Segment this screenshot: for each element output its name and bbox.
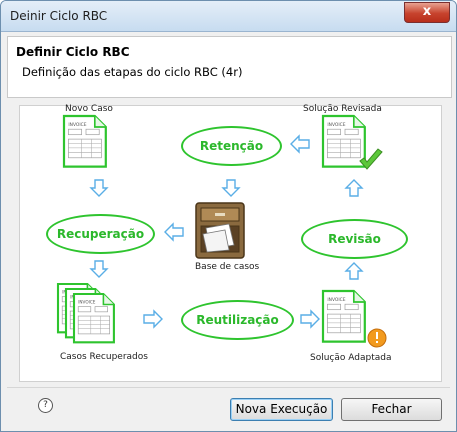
footer-separator xyxy=(7,387,450,388)
novo-caso-document-icon xyxy=(62,114,107,168)
base-de-casos-cabinet-icon xyxy=(195,202,245,259)
solucao-adaptada-document-icon xyxy=(321,289,366,343)
solucao-adaptada-label: Solução Adaptada xyxy=(310,353,392,363)
close-icon: x xyxy=(422,4,432,19)
arrow-retencao-to-base xyxy=(222,179,240,197)
arrow-revisao-to-revisada xyxy=(345,179,363,197)
dialog-header: Definir Ciclo RBC Definição das etapas d… xyxy=(7,36,452,98)
novo-caso-label: Novo Caso xyxy=(65,104,113,114)
base-de-casos-label: Base de casos xyxy=(195,262,260,272)
nova-execucao-button[interactable]: Nova Execução xyxy=(230,398,333,421)
arrow-casos-to-reutilizacao xyxy=(143,310,163,328)
stage-revisao[interactable]: Revisão xyxy=(301,219,408,259)
help-icon[interactable]: ? xyxy=(38,398,53,413)
close-window-button[interactable]: x xyxy=(404,2,450,23)
casos-recuperados-label: Casos Recuperados xyxy=(60,352,148,362)
solucao-revisada-document-icon xyxy=(321,114,366,168)
arrow-adaptada-to-revisao xyxy=(345,262,363,280)
casos-recuperados-document-icon xyxy=(56,282,115,344)
rbc-cycle-diagram: INVOICE Novo Caso Solução Revisada Base … xyxy=(19,104,442,382)
warning-icon xyxy=(367,328,387,348)
window-title: Deinir Ciclo RBC xyxy=(10,9,108,23)
arrow-recuperacao-to-casos xyxy=(90,260,108,278)
stage-reutilizacao[interactable]: Reutilização xyxy=(181,300,294,340)
fechar-button[interactable]: Fechar xyxy=(341,398,442,421)
solucao-revisada-label: Solução Revisada xyxy=(303,104,382,114)
arrow-novo-to-recuperacao xyxy=(90,179,108,197)
dialog-window: Deinir Ciclo RBC x Definir Ciclo RBC Def… xyxy=(0,0,457,432)
arrow-base-to-recuperacao xyxy=(164,223,184,241)
dialog-description: Definição das etapas do ciclo RBC (4r) xyxy=(22,65,243,79)
dialog-heading: Definir Ciclo RBC xyxy=(16,45,130,59)
arrow-reutilizacao-to-adaptada xyxy=(300,310,320,328)
stage-retencao[interactable]: Retenção xyxy=(181,126,282,166)
title-bar: Deinir Ciclo RBC x xyxy=(1,1,456,32)
arrow-revisada-to-retencao xyxy=(290,135,310,153)
stage-recuperacao[interactable]: Recuperação xyxy=(46,214,155,254)
